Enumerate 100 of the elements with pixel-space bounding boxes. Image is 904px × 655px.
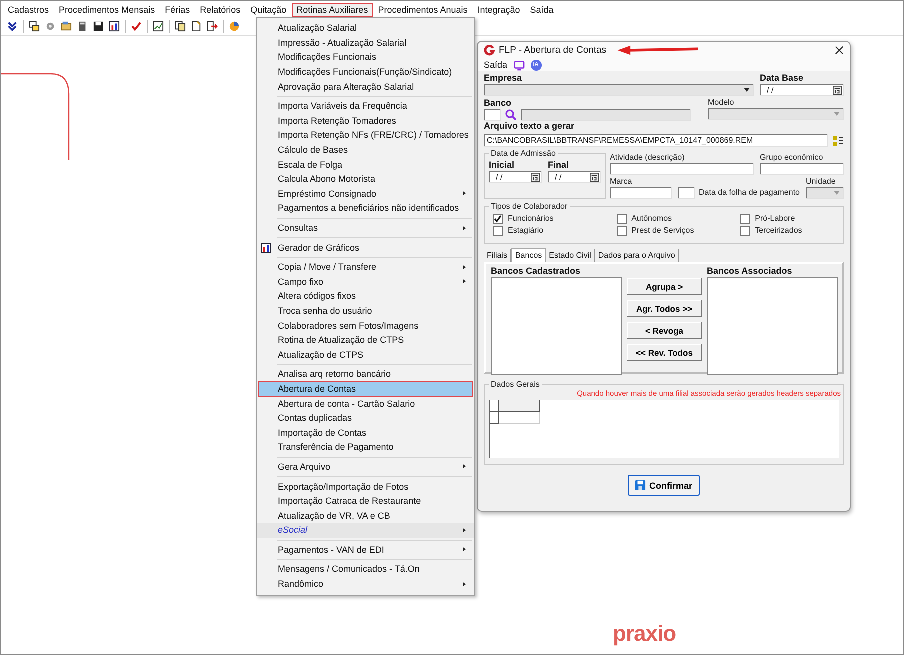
menu-item[interactable]: Campo fixo xyxy=(257,274,474,290)
date-field[interactable]: / / xyxy=(760,84,844,96)
checkbox-label: Funcionários xyxy=(508,214,554,224)
tab[interactable]: Bancos xyxy=(511,248,546,262)
brand-field[interactable] xyxy=(610,187,672,199)
menu-item[interactable]: Transferência de Pagamento xyxy=(257,440,474,455)
export-icon[interactable] xyxy=(207,21,218,32)
menu-bar-item[interactable]: Rotinas Auxiliares xyxy=(292,2,374,16)
menu-bar-item[interactable]: Férias xyxy=(160,2,196,16)
window-title: FLP - Abertura de Contas xyxy=(499,45,607,56)
menu-item[interactable]: Copia / Move / Transfere xyxy=(257,260,474,274)
checkbox[interactable] xyxy=(493,226,503,236)
checkmark-icon[interactable] xyxy=(131,21,142,32)
menu-bar-item[interactable]: Procedimentos Mensais xyxy=(54,2,160,16)
menu-item[interactable]: Randômico xyxy=(257,576,474,592)
menu-item[interactable]: Gera Arquivo xyxy=(257,460,474,474)
checkbox[interactable] xyxy=(616,226,627,236)
menu-bar-item[interactable]: Procedimentos Anuais xyxy=(373,2,473,16)
list-box[interactable] xyxy=(707,277,838,375)
menu-item[interactable]: Colaboradores sem Fotos/Imagens xyxy=(257,318,474,333)
field-label: Marca xyxy=(610,177,634,187)
activity-field[interactable] xyxy=(610,163,754,175)
field-label: Atividade (descrição) xyxy=(610,153,686,163)
menu-bar-item[interactable]: Saída xyxy=(525,2,559,16)
checkbox[interactable] xyxy=(616,214,627,224)
field-label: Data da folha de pagamento xyxy=(699,188,800,198)
checkbox-label: Estagiário xyxy=(508,226,544,236)
calculator-icon[interactable] xyxy=(77,21,88,32)
menu-item[interactable]: Contas duplicadas xyxy=(257,410,474,426)
windows-icon[interactable] xyxy=(29,21,40,32)
menu-item[interactable]: Empréstimo Consignado xyxy=(257,186,474,202)
transfer-button[interactable]: < Revoga xyxy=(627,322,702,339)
menu-item[interactable]: Importa Retenção Tomadores xyxy=(257,114,474,128)
checkbox[interactable] xyxy=(740,214,750,224)
calendar-icon[interactable] xyxy=(590,172,600,182)
menu-item[interactable]: Calcula Abono Motorista xyxy=(257,172,474,187)
browse-icon[interactable] xyxy=(832,134,844,146)
menu-item[interactable]: Saída xyxy=(484,60,508,70)
menu-item[interactable]: Altera códigos fixos xyxy=(257,289,474,304)
menu-item[interactable]: Troca senha do usuário xyxy=(257,304,474,318)
menu-item[interactable]: Abertura de conta - Cartão Salario xyxy=(257,396,474,411)
menu-item[interactable]: Importação Catraca de Restaurante xyxy=(257,494,474,508)
monitor-icon[interactable] xyxy=(514,60,525,70)
menu-bar-item[interactable]: Integração xyxy=(472,2,526,16)
menu-item[interactable]: Exportação/Importação de Fotos xyxy=(257,479,474,494)
date-field[interactable]: / / xyxy=(548,171,602,183)
menu-item[interactable]: eSocial xyxy=(257,523,474,538)
menu-item[interactable]: Atualização de CTPS xyxy=(257,347,474,362)
field-label: Banco xyxy=(484,98,513,109)
menu-item[interactable]: Abertura de Contas xyxy=(259,382,472,396)
menu-item[interactable]: Aprovação para Alteração Salarial xyxy=(257,79,474,94)
menu-bar-item[interactable]: Cadastros xyxy=(3,2,54,16)
transfer-button[interactable]: Agrupa > xyxy=(627,278,702,295)
menu-item[interactable]: Importação de Contas xyxy=(257,425,474,440)
close-icon[interactable] xyxy=(835,46,844,55)
chart-icon[interactable] xyxy=(153,21,164,32)
transfer-button[interactable]: Agr. Todos >> xyxy=(627,300,702,317)
chevrons-down-icon[interactable] xyxy=(7,21,18,32)
menu-item[interactable]: Cálculo de Bases xyxy=(257,142,474,158)
field-label: Inicial xyxy=(489,160,516,171)
calendar-icon[interactable] xyxy=(531,172,540,182)
confirm-button[interactable]: Confirmar xyxy=(628,475,700,496)
menu-item[interactable]: Importa Variáveis da Frequência xyxy=(257,98,474,114)
file-path-field[interactable]: C:\BANCOBRASIL\BBTRANSF\REMESSA\EMPCTA_10147_000869.REM xyxy=(484,134,828,147)
menu-item[interactable]: Importa Retenção NFs (FRE/CRC) / Tomadores xyxy=(257,128,474,143)
list-box[interactable] xyxy=(491,277,622,375)
menu-item[interactable]: Atualização de VR, VA e CB xyxy=(257,508,474,523)
calendar-icon[interactable] xyxy=(833,86,842,94)
menu-item[interactable]: Gerador de Gráficos xyxy=(257,240,474,255)
list-title: Bancos Cadastrados xyxy=(491,266,582,277)
copy-icon[interactable] xyxy=(175,21,186,32)
group-field[interactable] xyxy=(760,163,844,175)
menu-bar-item[interactable]: Relatórios xyxy=(195,2,246,16)
search-icon[interactable] xyxy=(505,109,517,121)
group-title: Dados Gerais xyxy=(490,380,541,389)
payroll-date-field[interactable] xyxy=(678,187,696,199)
menu-item[interactable]: Pagamentos - VAN de EDI xyxy=(257,542,474,558)
checkbox[interactable] xyxy=(740,226,750,236)
folder-icon[interactable] xyxy=(61,21,72,32)
menu-item[interactable]: Atualização Salarial xyxy=(257,21,474,36)
menu-item[interactable]: Modificações Funcionais xyxy=(257,50,474,65)
menu-item[interactable]: Impressão - Atualização Salarial xyxy=(257,36,474,50)
menu-item[interactable]: Mensagens / Comunicados - Tá.On xyxy=(257,562,474,577)
bank-code-field[interactable] xyxy=(484,109,501,121)
checkbox[interactable] xyxy=(493,214,503,224)
menu-item[interactable]: Rotina de Atualização de CTPS xyxy=(257,332,474,348)
menu-item[interactable]: Pagamentos a beneficiários não identificados xyxy=(257,201,474,216)
page-icon[interactable] xyxy=(191,21,202,32)
date-field[interactable]: / / xyxy=(489,171,542,183)
menu-item[interactable]: Consultas xyxy=(257,220,474,236)
menu-item[interactable]: Modificações Funcionais(Função/Sindicato) xyxy=(257,64,474,80)
app-logo-icon xyxy=(484,45,495,56)
transfer-button[interactable]: << Rev. Todos xyxy=(627,344,702,361)
menu-item[interactable]: Analisa arq retorno bancário xyxy=(257,367,474,382)
checkbox-label: Prest de Serviços xyxy=(632,226,694,236)
pie-chart-icon[interactable] xyxy=(229,21,240,32)
list-title: Bancos Associados xyxy=(707,266,794,277)
bar-chart-icon[interactable] xyxy=(109,21,120,32)
menu-bar-item[interactable]: Quitação xyxy=(246,2,292,16)
menu-item[interactable]: Escala de Folga xyxy=(257,157,474,172)
